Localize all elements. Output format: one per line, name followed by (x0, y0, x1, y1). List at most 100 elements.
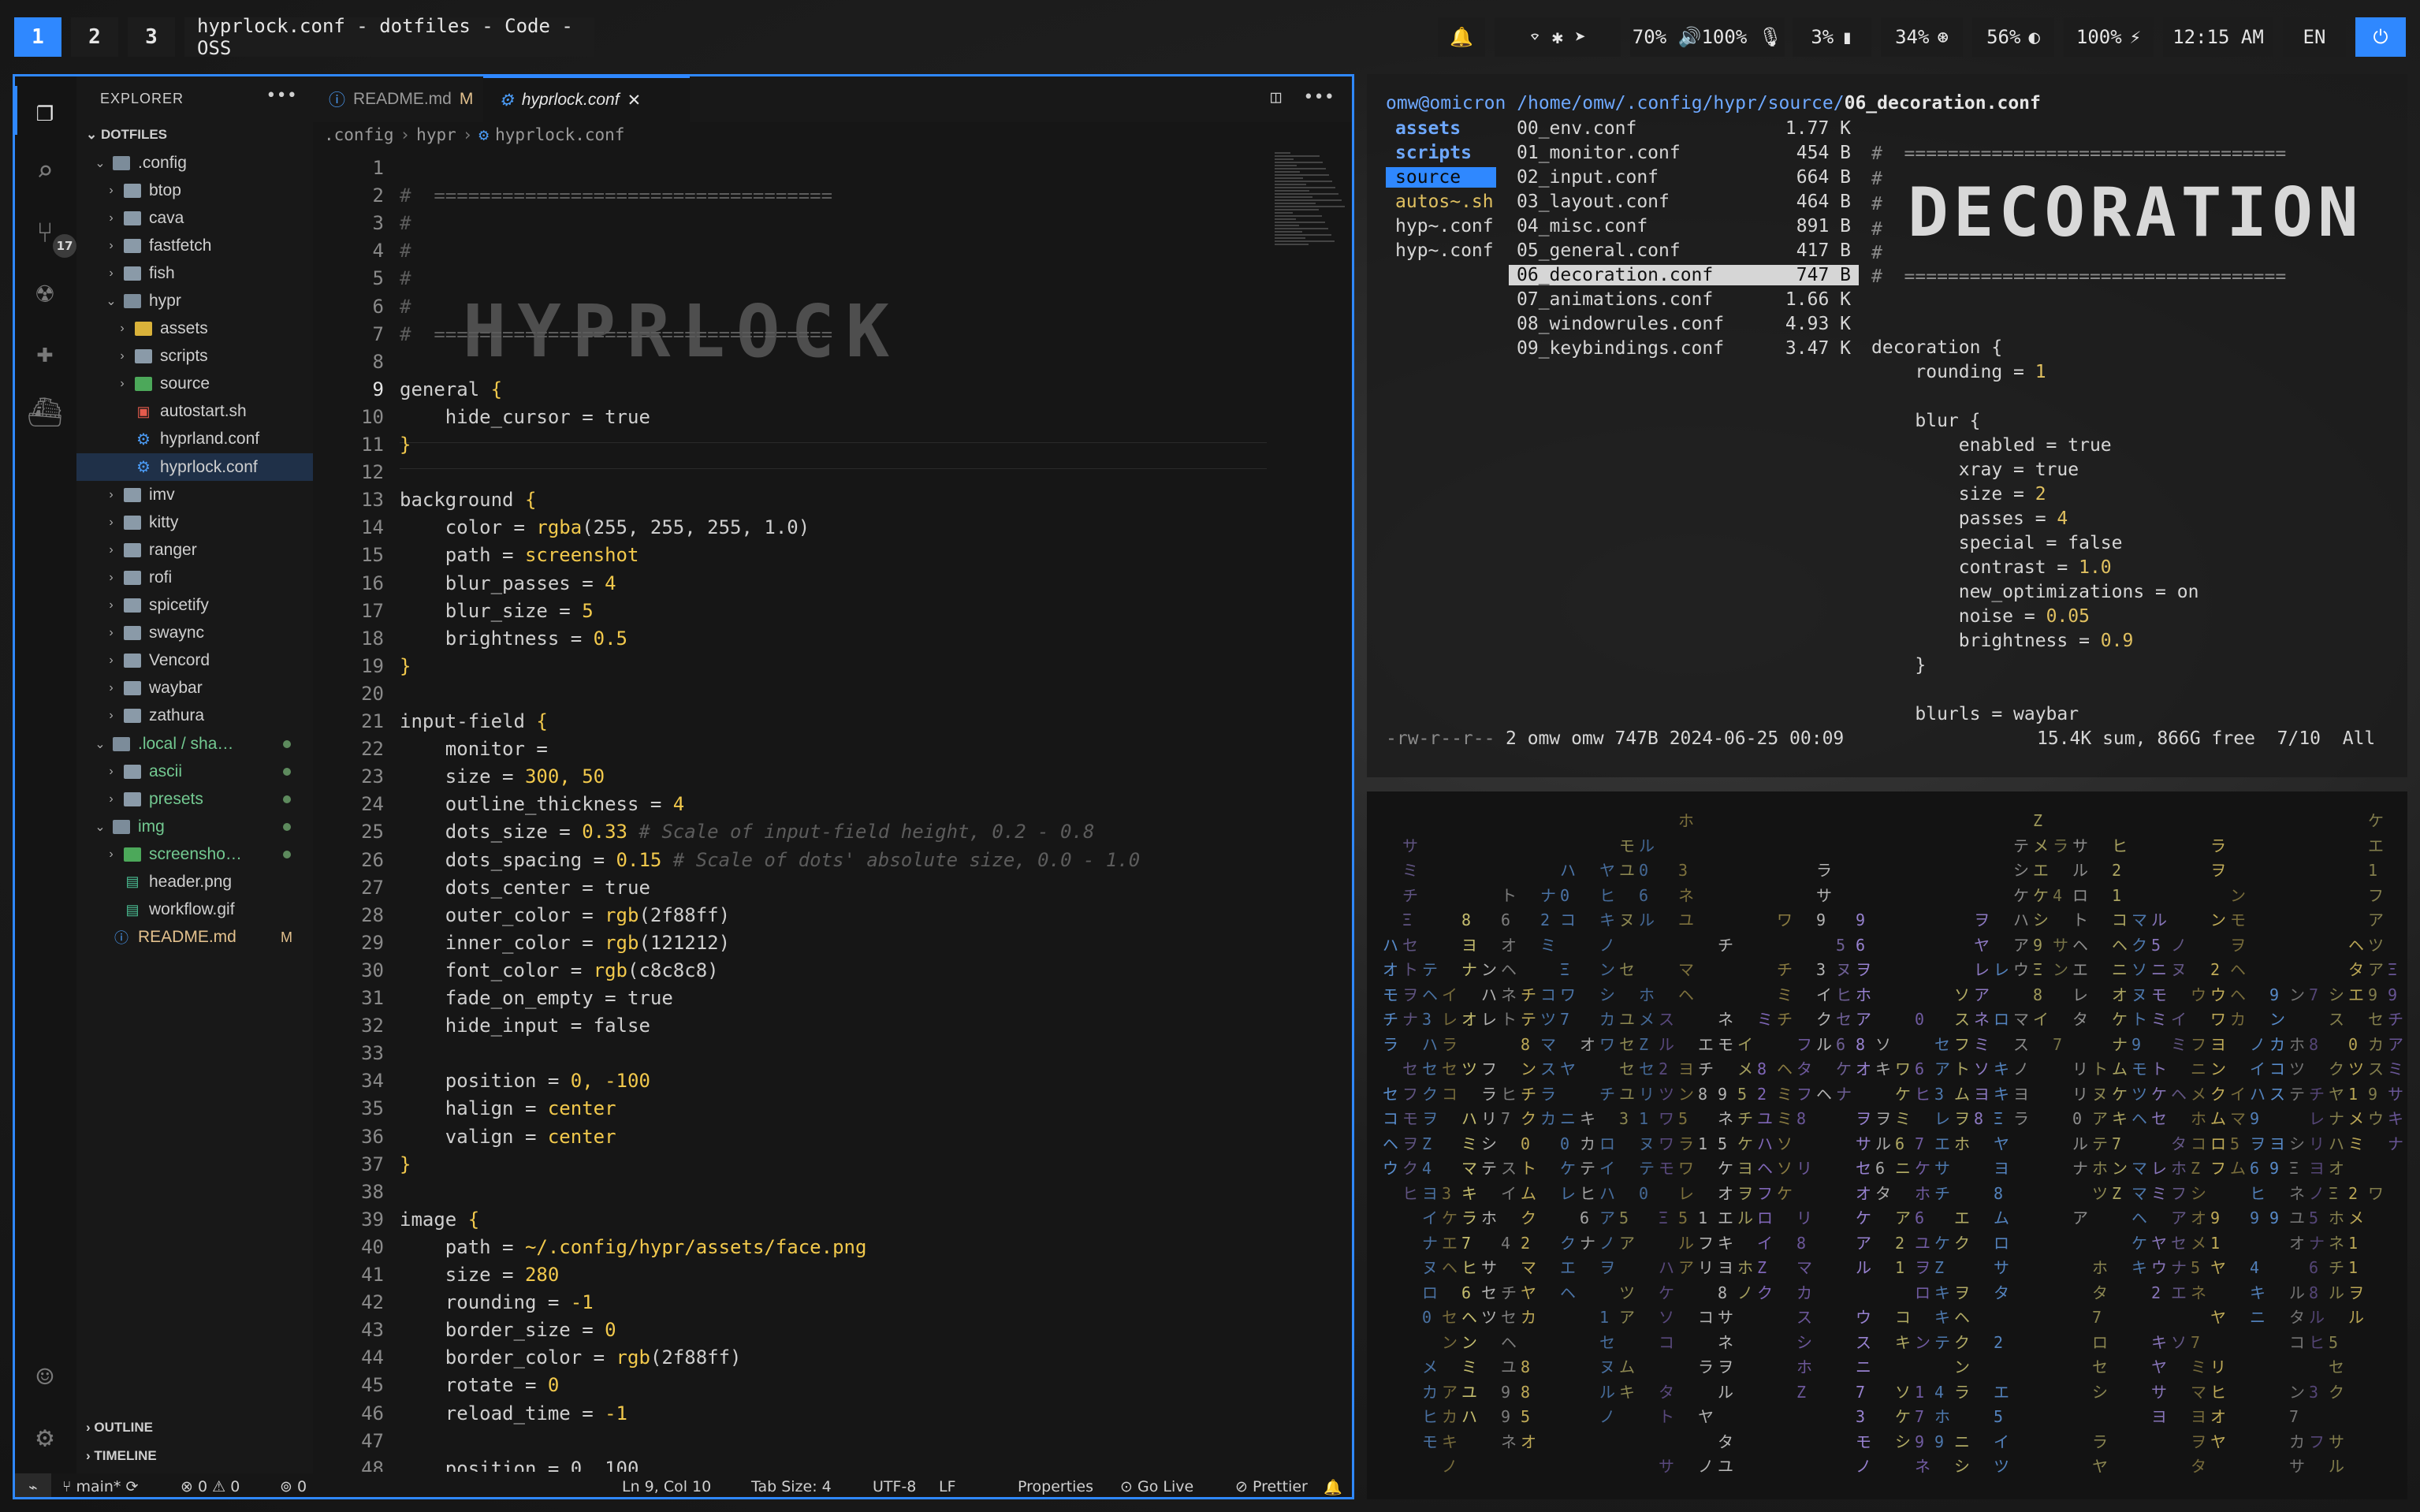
tree-item[interactable]: ⌄ .local / sha… (76, 730, 313, 758)
tree-item[interactable]: › ascii (76, 758, 313, 785)
ranger-file-item[interactable]: 08_windowrules.conf 4.93 K (1509, 314, 1859, 334)
tree-item[interactable]: ▤ workflow.gif (76, 896, 313, 924)
tree-item[interactable]: › cava (76, 204, 313, 232)
tree-item[interactable]: ⚙ hyprlock.conf (76, 453, 313, 482)
tree-item[interactable]: ⓘ README.md M (76, 924, 313, 952)
tree-item[interactable]: › source (76, 371, 313, 398)
ram-widget[interactable]: 34% ⊛ (1881, 17, 1963, 57)
tree-item[interactable]: ⌄ hypr (76, 287, 313, 315)
close-icon[interactable]: ✕ (627, 91, 642, 110)
code-editor[interactable]: HYPRLOCK 1 2 # ===========================… (313, 151, 1352, 1472)
ranger-file-item[interactable]: 02_input.conf 664 B (1509, 167, 1859, 188)
ranger-parent-item[interactable]: scripts (1386, 143, 1481, 163)
battery-widget[interactable]: 100% ⚡ (2064, 17, 2154, 57)
breadcrumb-config[interactable]: .config (324, 125, 394, 144)
encoding[interactable]: UTF-8 (873, 1478, 916, 1495)
matrix-column: 7 8 チ レ リ ヨ ノ 5 ナ 6 8 ル ヒ 3 フ (2309, 985, 2325, 1451)
matrix-terminal[interactable]: ハ オ モ チ ラ セ コ ヘ ウ サ ミ チ Ξ セ ト ヲ ナ セ フ モ … (1367, 791, 2407, 1499)
tree-item-label: cava (149, 208, 184, 227)
ranger-parent-item[interactable]: assets (1386, 118, 1470, 139)
cpu-widget[interactable]: 3% ▮ (1793, 17, 1871, 57)
more-icon[interactable]: ••• (1303, 88, 1335, 107)
tree-item[interactable]: › screensho… (76, 840, 313, 868)
ranger-file-item[interactable]: 01_monitor.conf 454 B (1509, 143, 1859, 163)
ranger-parent-item[interactable]: hyp~.conf (1386, 216, 1503, 236)
ranger-terminal[interactable]: omw@omicron /home/omw/.config/hypr/sourc… (1367, 74, 2407, 777)
ranger-file-item[interactable]: 06_decoration.conf 747 B (1509, 265, 1859, 285)
workspace-1-button[interactable]: 1 (14, 17, 61, 57)
breadcrumb-hypr[interactable]: hypr (416, 125, 456, 144)
source-control-icon[interactable]: ⑂ 17 (26, 214, 76, 258)
minimap[interactable] (1275, 151, 1346, 261)
workspace-section[interactable]: ⌄ DOTFILES (86, 127, 167, 143)
language-indicator[interactable]: EN (2283, 17, 2346, 57)
tree-item-label: .config (138, 153, 187, 172)
breadcrumb-file[interactable]: hyprlock.conf (495, 125, 624, 144)
workspace-2-button[interactable]: 2 (71, 17, 118, 57)
tree-item[interactable]: › presets (76, 785, 313, 813)
ranger-parent-item[interactable]: autos~.sh (1386, 192, 1503, 212)
tree-item[interactable]: ⚙ hyprland.conf (76, 426, 313, 453)
tree-item[interactable]: › fish (76, 259, 313, 287)
ranger-parent-item[interactable]: hyp~.conf (1386, 240, 1503, 261)
timeline-section[interactable]: › TIMELINE (86, 1448, 157, 1464)
prettier-button[interactable]: ⊘ Prettier (1235, 1478, 1308, 1495)
language-mode[interactable]: Properties (1018, 1478, 1093, 1495)
tree-item[interactable]: › zathura (76, 702, 313, 730)
problems-indicator[interactable]: ⊗ 0 ⚠ 0 (181, 1478, 240, 1495)
power-button[interactable]: ⏻ (2355, 17, 2406, 57)
ranger-file-item[interactable]: 07_animations.conf 1.66 K (1509, 289, 1859, 310)
tree-item[interactable]: › rofi (76, 564, 313, 591)
tree-item[interactable]: › Vencord (76, 647, 313, 675)
tree-item[interactable]: ▤ header.png (76, 868, 313, 896)
extensions-icon[interactable]: ✚ (26, 333, 64, 371)
clock[interactable]: 12:15 AM (2163, 17, 2273, 57)
more-actions-icon[interactable]: ••• (266, 86, 297, 106)
tab-size[interactable]: Tab Size: 4 (751, 1478, 832, 1495)
tree-item[interactable]: › waybar (76, 675, 313, 702)
tree-item[interactable]: ▣ autostart.sh (76, 398, 313, 426)
debug-icon[interactable]: ☢ (26, 274, 64, 311)
ranger-file-item[interactable]: 00_env.conf 1.77 K (1509, 118, 1859, 139)
workspace-3-button[interactable]: 3 (128, 17, 175, 57)
tree-item[interactable]: ⌄ .config (76, 149, 313, 177)
tree-item[interactable]: › imv (76, 481, 313, 508)
eol[interactable]: LF (939, 1478, 956, 1495)
cursor-position[interactable]: Ln 9, Col 10 (622, 1478, 711, 1495)
volume-widget[interactable]: 70% 🔊100% 🎙 (1630, 17, 1785, 57)
tree-item[interactable]: › btop (76, 177, 313, 204)
ranger-file-item[interactable]: 09_keybindings.conf 3.47 K (1509, 338, 1859, 359)
tree-item[interactable]: ⌄ img (76, 813, 313, 840)
tree-item[interactable]: › fastfetch (76, 232, 313, 259)
ranger-file-item[interactable]: 03_layout.conf 464 B (1509, 192, 1859, 212)
explorer-files-icon[interactable]: ❐ (26, 92, 64, 130)
go-live-button[interactable]: ⊙ Go Live (1120, 1478, 1193, 1495)
settings-gear-icon[interactable]: ⚙ (26, 1418, 64, 1456)
branch-indicator[interactable]: ⑂ main* ⟳ (62, 1478, 138, 1495)
matrix-column: レ ロ キ キ Ξ ヤ ヨ 8 ム ロ サ タ 2 エ 5 イ ツ (1994, 960, 2009, 1476)
tree-item[interactable]: › spicetify (76, 592, 313, 620)
tree-item[interactable]: › swaync (76, 620, 313, 647)
tree-item[interactable]: › scripts (76, 343, 313, 371)
ranger-file-item[interactable]: 04_misc.conf 891 B (1509, 216, 1859, 236)
tab-readme[interactable]: ⓘ README.md M (313, 76, 483, 122)
tree-item[interactable]: › assets (76, 315, 313, 343)
search-icon[interactable]: ⌕ (26, 152, 64, 190)
remote-icon[interactable]: ⌁ (15, 1473, 51, 1497)
notification-bell-icon[interactable]: 🔔 (1438, 17, 1485, 57)
ranger-parent-item[interactable]: source (1386, 167, 1496, 188)
brightness-widget[interactable]: 56% ◐ (1972, 17, 2054, 57)
line-number: 47 (361, 1429, 384, 1452)
split-editor-icon[interactable]: ◫ (1271, 88, 1281, 107)
notifications-bell-icon[interactable]: 🔔 (1324, 1478, 1342, 1496)
ranger-file-item[interactable]: 05_general.conf 417 B (1509, 240, 1859, 261)
tree-item[interactable]: › ranger (76, 536, 313, 564)
tree-item[interactable]: › kitty (76, 508, 313, 536)
outline-section[interactable]: › OUTLINE (86, 1420, 153, 1436)
network-status[interactable]: ⌔ ✱ ➤ (1495, 17, 1621, 57)
matrix-column: フ タ フ 8 リ リ 8 マ カ ス シ ホ Z (1796, 1034, 1812, 1402)
account-icon[interactable]: ☺ (26, 1358, 64, 1396)
docker-icon[interactable]: ⛴ (26, 393, 64, 431)
tab-hyprlock[interactable]: ⚙ hyprlock.conf ✕ (483, 76, 690, 122)
ports-indicator[interactable]: ⊚ 0 (280, 1478, 307, 1495)
